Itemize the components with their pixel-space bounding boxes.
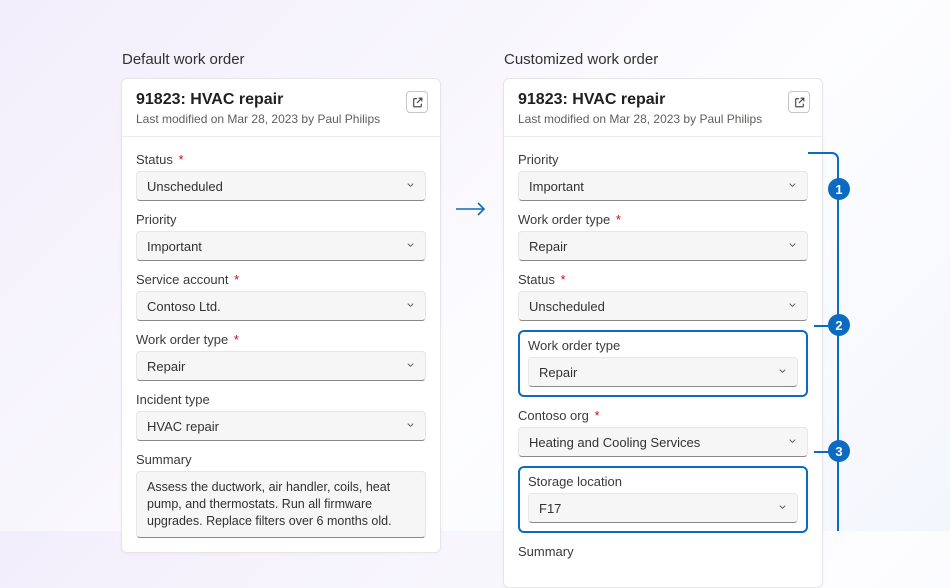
contoso-org-select[interactable]: Heating and Cooling Services [518, 427, 808, 457]
status-select[interactable]: Unscheduled [518, 291, 808, 321]
callout-badge-1: 1 [828, 178, 850, 200]
storage-location-select[interactable]: F17 [528, 493, 798, 523]
right-heading: Customized work order [504, 51, 658, 68]
priority-select[interactable]: Important [518, 171, 808, 201]
field-status: Status * Unscheduled [136, 152, 426, 201]
incident-type-select[interactable]: HVAC repair [136, 411, 426, 441]
chevron-down-icon [405, 359, 416, 374]
chevron-down-icon [777, 501, 788, 516]
chevron-down-icon [405, 239, 416, 254]
default-work-order-card: 91823: HVAC repair Last modified on Mar … [121, 78, 441, 553]
card-header: 91823: HVAC repair Last modified on Mar … [504, 79, 822, 137]
field-status: Status * Unscheduled [518, 272, 808, 321]
field-label: Priority [518, 152, 808, 167]
work-order-type-select-dup[interactable]: Repair [528, 357, 798, 387]
callout-badge-3: 3 [828, 440, 850, 462]
card-body: Status * Unscheduled Priority Important … [122, 137, 440, 552]
priority-select[interactable]: Important [136, 231, 426, 261]
status-select[interactable]: Unscheduled [136, 171, 426, 201]
field-work-order-type: Work order type * Repair [136, 332, 426, 381]
field-label: Contoso org * [518, 408, 808, 423]
field-contoso-org: Contoso org * Heating and Cooling Servic… [518, 408, 808, 457]
field-label: Work order type * [518, 212, 808, 227]
open-in-new-icon[interactable] [788, 91, 810, 113]
field-priority: Priority Important [136, 212, 426, 261]
card-header: 91823: HVAC repair Last modified on Mar … [122, 79, 440, 137]
callout-badge-2: 2 [828, 314, 850, 336]
highlight-work-order-type: Work order type Repair [518, 330, 808, 397]
customized-work-order-card: 91823: HVAC repair Last modified on Mar … [503, 78, 823, 588]
chevron-down-icon [777, 365, 788, 380]
card-subtitle: Last modified on Mar 28, 2023 by Paul Ph… [518, 112, 808, 126]
chevron-down-icon [787, 179, 798, 194]
field-incident-type: Incident type HVAC repair [136, 392, 426, 441]
field-label: Status * [136, 152, 426, 167]
chevron-down-icon [405, 299, 416, 314]
card-title: 91823: HVAC repair [136, 91, 426, 109]
field-label: Storage location [528, 474, 798, 489]
work-order-type-select[interactable]: Repair [518, 231, 808, 261]
highlight-storage-location: Storage location F17 [518, 466, 808, 533]
arrow-right-icon [454, 200, 490, 223]
field-label: Work order type * [136, 332, 426, 347]
card-body: Priority Important Work order type * Rep… [504, 137, 822, 587]
chevron-down-icon [405, 419, 416, 434]
summary-label: Summary [518, 544, 808, 559]
field-label: Incident type [136, 392, 426, 407]
chevron-down-icon [405, 179, 416, 194]
chevron-down-icon [787, 239, 798, 254]
field-label: Work order type [528, 338, 798, 353]
field-label: Priority [136, 212, 426, 227]
service-account-select[interactable]: Contoso Ltd. [136, 291, 426, 321]
work-order-type-select[interactable]: Repair [136, 351, 426, 381]
card-subtitle: Last modified on Mar 28, 2023 by Paul Ph… [136, 112, 426, 126]
chevron-down-icon [787, 435, 798, 450]
left-heading: Default work order [122, 51, 245, 68]
chevron-down-icon [787, 299, 798, 314]
field-priority: Priority Important [518, 152, 808, 201]
summary-textarea[interactable]: Assess the ductwork, air handler, coils,… [136, 471, 426, 538]
open-in-new-icon[interactable] [406, 91, 428, 113]
comparison-figure: Default work order 91823: HVAC repair La… [0, 0, 950, 531]
field-label: Status * [518, 272, 808, 287]
field-work-order-type-required: Work order type * Repair [518, 212, 808, 261]
field-label: Service account * [136, 272, 426, 287]
field-service-account: Service account * Contoso Ltd. [136, 272, 426, 321]
card-title: 91823: HVAC repair [518, 91, 808, 109]
summary-label: Summary [136, 452, 426, 467]
